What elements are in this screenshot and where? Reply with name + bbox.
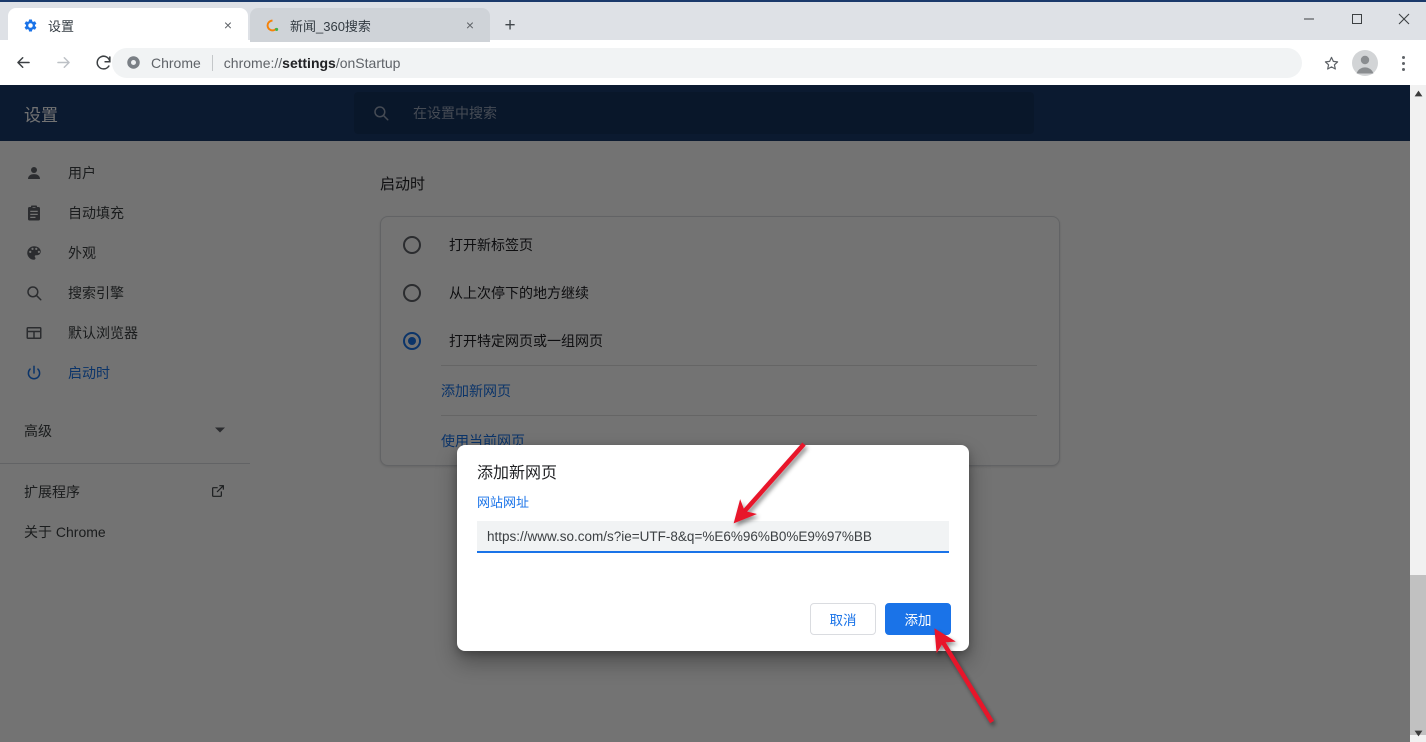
- omnibox-url: chrome://settings/onStartup: [224, 55, 401, 71]
- page-scrollbar[interactable]: [1410, 85, 1426, 742]
- menu-dot: [1401, 67, 1405, 71]
- site-url-input[interactable]: [477, 521, 949, 553]
- add-new-page-dialog: 添加新网页 网站网址 取消 添加: [457, 445, 969, 651]
- cancel-button[interactable]: 取消: [810, 603, 876, 635]
- new-tab-button[interactable]: +: [497, 13, 523, 39]
- site-url-label: 网站网址: [477, 495, 530, 510]
- url-bold: settings: [282, 55, 336, 71]
- maximize-window-button[interactable]: [1334, 4, 1379, 34]
- 360-search-icon: [264, 17, 280, 33]
- url-prefix: chrome://: [223, 55, 283, 71]
- gear-icon: [22, 17, 38, 33]
- scroll-down-arrow-icon[interactable]: [1410, 725, 1426, 742]
- omnibox-divider: [211, 55, 213, 71]
- tab-close-button[interactable]: ×: [460, 15, 480, 35]
- three-dot-menu-icon[interactable]: [1390, 48, 1416, 78]
- star-icon[interactable]: [1318, 50, 1344, 76]
- dialog-title: 添加新网页: [477, 465, 558, 482]
- avatar-icon[interactable]: [1352, 50, 1378, 76]
- menu-dot: [1401, 55, 1405, 59]
- menu-dot: [1401, 61, 1405, 65]
- dialog-actions: 取消 添加: [810, 603, 951, 635]
- browser-tab-news-360[interactable]: 新闻_360搜索 ×: [250, 8, 490, 42]
- browser-window: 设置 × 新闻_360搜索 × + Chrome chrome://settin…: [0, 0, 1426, 742]
- address-bar[interactable]: Chrome chrome://settings/onStartup: [112, 48, 1302, 78]
- tab-title: 新闻_360搜索: [290, 18, 371, 34]
- tab-strip: 设置 × 新闻_360搜索 × +: [0, 0, 1426, 42]
- scrollbar-thumb[interactable]: [1410, 575, 1426, 735]
- chrome-logo-icon: [126, 55, 142, 71]
- back-arrow-icon[interactable]: [6, 46, 40, 80]
- forward-arrow-icon[interactable]: [46, 46, 80, 80]
- minimize-window-button[interactable]: [1286, 4, 1331, 34]
- add-button[interactable]: 添加: [885, 603, 951, 635]
- browser-tab-settings[interactable]: 设置 ×: [8, 8, 248, 42]
- tab-close-button[interactable]: ×: [218, 15, 238, 35]
- omnibox-scheme-label: Chrome: [151, 55, 201, 71]
- url-suffix: /onStartup: [335, 55, 401, 71]
- scroll-up-arrow-icon[interactable]: [1410, 85, 1426, 102]
- dialog-body: 网站网址: [477, 492, 949, 553]
- close-window-button[interactable]: [1381, 4, 1426, 34]
- tab-title: 设置: [48, 18, 75, 34]
